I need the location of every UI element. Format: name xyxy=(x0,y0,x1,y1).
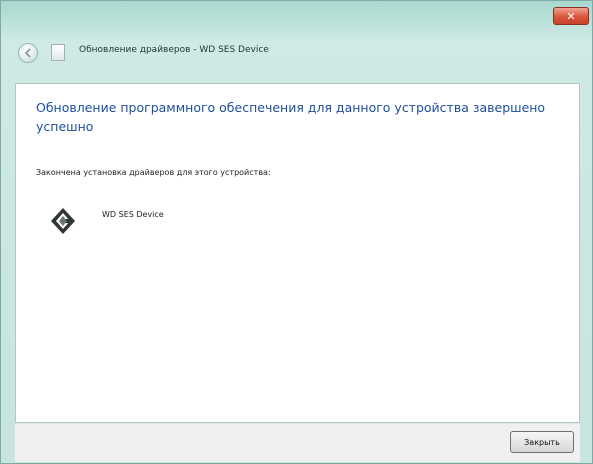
close-button[interactable]: Закрыть xyxy=(510,431,574,453)
footer-bar xyxy=(15,423,580,462)
success-heading: Обновление программного обеспечения для … xyxy=(36,100,546,134)
install-status-text: Закончена установка драйверов для этого … xyxy=(36,168,271,177)
content-panel: Обновление программного обеспечения для … xyxy=(15,83,580,423)
close-icon: ✕ xyxy=(566,9,576,23)
back-arrow-icon xyxy=(24,48,31,58)
back-button[interactable] xyxy=(18,43,38,63)
title-bar: ✕ Обновление драйверов - WD SES Device xyxy=(1,1,593,83)
window-close-button[interactable]: ✕ xyxy=(553,7,589,25)
device-diamond-icon xyxy=(51,208,75,234)
driver-update-window: ✕ Обновление драйверов - WD SES Device О… xyxy=(0,0,593,464)
device-name: WD SES Device xyxy=(102,210,164,219)
device-manager-icon xyxy=(51,44,65,61)
window-title: Обновление драйверов - WD SES Device xyxy=(79,45,269,55)
